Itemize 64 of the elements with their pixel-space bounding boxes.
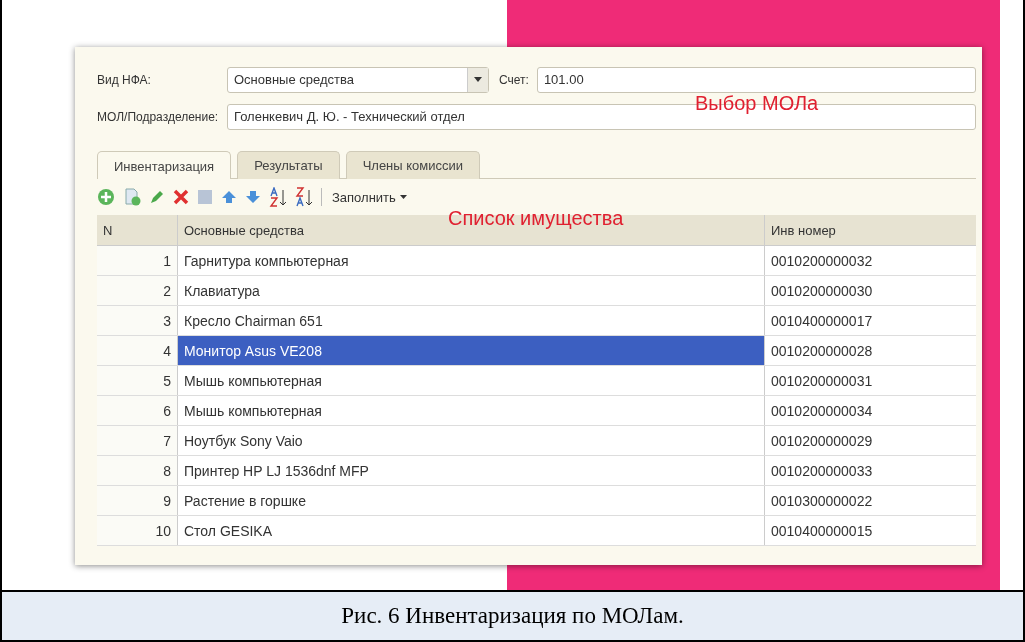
- table-cell: 5: [97, 366, 178, 395]
- sort-ascending-icon[interactable]: [269, 187, 287, 207]
- save-icon[interactable]: [197, 189, 213, 205]
- input-field[interactable]: 101.00: [536, 66, 976, 93]
- arrow-up-icon[interactable]: [221, 190, 237, 204]
- table-cell: Кресло Chairman 651: [178, 306, 765, 335]
- table-cell: Гарнитура компьютерная: [178, 246, 765, 275]
- tab[interactable]: Члены комиссии: [345, 151, 481, 179]
- column-header[interactable]: Основные средства: [184, 222, 304, 238]
- table-cell-text: 0010200000032: [770, 251, 874, 271]
- table-cell: 1: [97, 246, 178, 275]
- column-header[interactable]: Инв номер: [771, 222, 836, 238]
- table-cell-text: 0010200000034: [770, 401, 874, 421]
- table-cell: Монитор Asus VE208: [178, 336, 765, 365]
- caret-icon: [399, 195, 407, 199]
- table-cell-text: 0010200000028: [770, 341, 874, 361]
- table-cell-text: 0010200000029: [770, 431, 874, 451]
- dropdown-field[interactable]: Основные средства: [227, 66, 489, 93]
- table-cell-text: 0010200000030: [770, 281, 874, 301]
- table-cell: 8: [97, 456, 178, 485]
- tab[interactable]: Инвентаризация: [97, 151, 232, 179]
- add-icon[interactable]: [97, 188, 115, 206]
- arrow-down-icon[interactable]: [245, 190, 261, 204]
- caret-icon: [474, 77, 482, 82]
- table-cell: Мышь компьютерная: [178, 396, 765, 425]
- table-cell-text: 0010300000022: [770, 491, 874, 511]
- table-cell: Растение в горшке: [178, 486, 765, 515]
- table-cell-text: 0010400000017: [770, 311, 874, 331]
- field-label: Счет:: [499, 72, 529, 87]
- table-cell: 6: [97, 396, 178, 425]
- table-cell: 9: [97, 486, 178, 515]
- table-cell: Клавиатура: [178, 276, 765, 305]
- pencil-icon[interactable]: [149, 189, 165, 205]
- table-cell: Принтер HP LJ 1536dnf MFP: [178, 456, 765, 485]
- table-cell-text: 0010400000015: [770, 521, 874, 541]
- annotation-text: Список имущества: [448, 207, 624, 230]
- field-label: Вид НФА:: [97, 72, 152, 87]
- table-cell-text: 0010200000031: [770, 371, 874, 391]
- table-row[interactable]: 4 Монитор Asus VE208 0010200000028: [97, 336, 976, 366]
- table-cell: 2: [97, 276, 178, 305]
- table-cell: 10: [97, 516, 178, 545]
- tab[interactable]: Результаты: [237, 151, 340, 179]
- column-header[interactable]: N: [103, 222, 113, 238]
- figure-caption: Рис. 6 Инвентаризация по МОЛам.: [2, 592, 1023, 640]
- copy-document-icon[interactable]: [123, 188, 141, 206]
- table-row[interactable]: 2 Клавиатура 0010200000030: [97, 276, 976, 306]
- table-row[interactable]: 10 Стол GESIKA 0010400000015: [97, 516, 976, 546]
- table-cell: 4: [97, 336, 178, 365]
- table-cell: Мышь компьютерная: [178, 366, 765, 395]
- field-label: МОЛ/Подразделение:: [97, 109, 220, 124]
- fill-dropdown-button[interactable]: Заполнить: [330, 189, 409, 205]
- table-row[interactable]: 8 Принтер HP LJ 1536dnf MFP 0010200000033: [97, 456, 976, 486]
- table-cell: Стол GESIKA: [178, 516, 765, 545]
- table-row[interactable]: 9 Растение в горшке 0010300000022: [97, 486, 976, 516]
- table-row[interactable]: 7 Ноутбук Sony Vaio 0010200000029: [97, 426, 976, 456]
- table-cell: Ноутбук Sony Vaio: [178, 426, 765, 455]
- table-row[interactable]: 6 Мышь компьютерная 0010200000034: [97, 396, 976, 426]
- table-cell-text: 0010200000033: [770, 461, 874, 481]
- table-cell: 7: [97, 426, 178, 455]
- table-cell: 3: [97, 306, 178, 335]
- table-row[interactable]: 5 Мышь компьютерная 0010200000031: [97, 366, 976, 396]
- sort-descending-icon[interactable]: [295, 187, 313, 207]
- table-row[interactable]: 1 Гарнитура компьютерная 0010200000032: [97, 246, 976, 276]
- delete-icon[interactable]: [173, 189, 189, 205]
